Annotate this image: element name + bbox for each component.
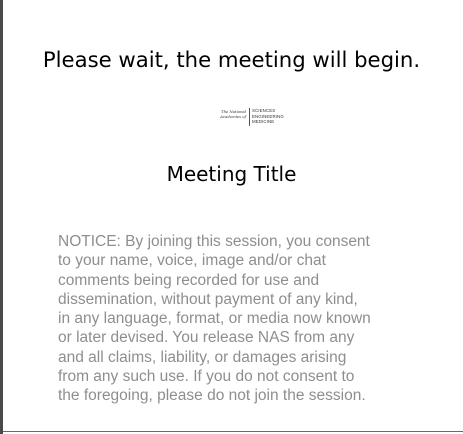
notice-line: comments being recorded for use and	[58, 271, 320, 289]
meeting-title: Meeting Title	[166, 162, 297, 186]
bottom-rule	[3, 431, 463, 432]
notice-line: from any such use. If you do not consent…	[58, 368, 355, 386]
logo-divider	[249, 108, 250, 126]
logo-left-line: Academies of	[220, 113, 246, 119]
logo-right-line: MEDICINE	[252, 119, 275, 125]
notice-line: to your name, voice, image and/or chat	[58, 252, 326, 270]
notice-line: and all claims, liability, or damages ar…	[58, 348, 347, 366]
logo-wordmark-left: The National Academies of	[205, 109, 246, 120]
notice-line: NOTICE: By joining this session, you con…	[58, 233, 370, 250]
notice-line: in any language, format, or media now kn…	[58, 310, 371, 328]
logo-wordmark-right: SCIENCES ENGINEERING MEDICINE	[252, 108, 284, 125]
nas-logo: The National Academies of SCIENCES ENGIN…	[205, 106, 284, 128]
consent-notice: NOTICE: By joining this session, you con…	[58, 232, 428, 406]
notice-line: the foregoing, please do not join the se…	[58, 387, 366, 405]
notice-line: or later devised. You release NAS from a…	[58, 329, 355, 347]
notice-line: dissemination, without payment of any ki…	[58, 290, 358, 308]
waiting-message: Please wait, the meeting will begin.	[42, 47, 421, 72]
waiting-room-screen: Please wait, the meeting will begin. The…	[0, 0, 463, 434]
